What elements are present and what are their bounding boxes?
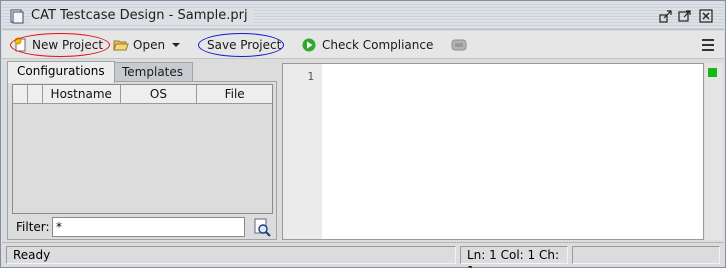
menu-icon[interactable] — [702, 39, 714, 51]
maximize-icon[interactable] — [678, 9, 692, 23]
chevron-down-icon — [172, 43, 181, 47]
play-icon — [302, 38, 316, 52]
new-project-icon — [14, 37, 26, 52]
close-icon[interactable] — [699, 9, 713, 23]
overview-ruler — [705, 63, 723, 240]
code-editor[interactable]: 1 — [282, 63, 704, 240]
app-window: CAT Testcase Design - Sample.prj New Pro… — [0, 0, 726, 268]
new-project-button[interactable]: New Project — [14, 35, 103, 55]
open-button[interactable]: Open — [113, 35, 185, 55]
open-label: Open — [133, 38, 166, 52]
status-bar: Ready Ln: 1 Col: 1 Ch: 1 — [2, 242, 724, 268]
line-number-gutter: 1 — [283, 64, 322, 239]
save-project-label: Save Project — [207, 38, 282, 52]
cursor-position: Ln: 1 Col: 1 Ch: 1 — [460, 246, 568, 268]
title-bar: CAT Testcase Design - Sample.prj — [2, 2, 724, 30]
configurations-table: Hostname OS File — [12, 84, 273, 214]
check-compliance-label: Check Compliance — [322, 38, 434, 52]
filter-input[interactable] — [52, 217, 245, 237]
line-number: 1 — [307, 70, 314, 83]
restore-icon[interactable] — [659, 9, 673, 23]
toolbar: New Project Open Save Project Check Comp… — [2, 31, 724, 59]
column-header-os[interactable]: OS — [121, 85, 198, 103]
column-header-hostname[interactable]: Hostname — [43, 85, 121, 103]
column-header-file[interactable]: File — [197, 85, 272, 103]
document-icon — [10, 9, 24, 24]
left-panel: Configurations Templates Hostname OS Fil… — [4, 60, 279, 240]
new-project-label: New Project — [32, 38, 104, 52]
save-project-button[interactable]: Save Project — [207, 35, 281, 55]
filter-label: Filter: — [16, 220, 50, 234]
filter-row: Filter: — [12, 216, 274, 238]
tab-configurations[interactable]: Configurations — [7, 61, 115, 83]
search-icon[interactable] — [252, 217, 272, 237]
configurations-pane: Hostname OS File Filter: — [7, 81, 277, 240]
status-progress — [572, 246, 720, 264]
check-compliance-button[interactable]: Check Compliance — [302, 35, 433, 55]
disabled-tool-icon[interactable] — [451, 39, 467, 51]
folder-open-icon — [113, 40, 129, 51]
window-title: CAT Testcase Design - Sample.prj — [31, 8, 254, 23]
table-header: Hostname OS File — [13, 85, 272, 104]
column-header-status[interactable] — [28, 85, 43, 103]
status-marker — [708, 68, 717, 77]
column-header-select[interactable] — [13, 85, 28, 103]
tab-templates[interactable]: Templates — [112, 62, 194, 82]
status-text: Ready — [6, 246, 456, 264]
